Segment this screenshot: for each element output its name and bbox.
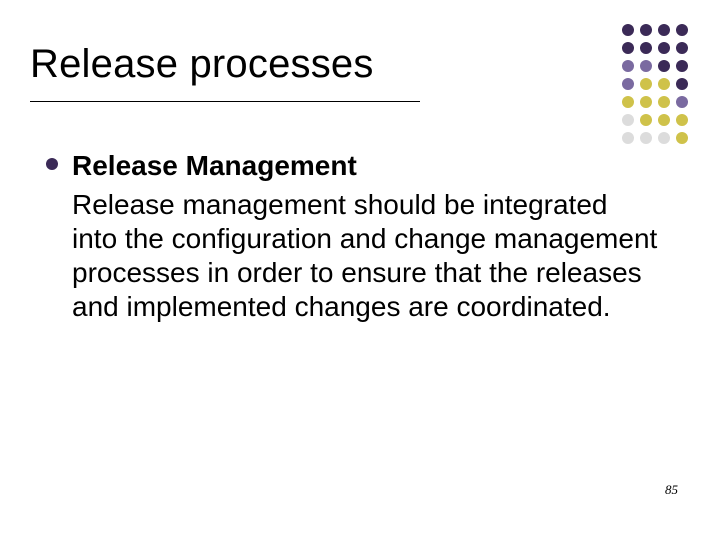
slide: Release processes Release Management Rel… bbox=[0, 0, 720, 540]
decorative-dot bbox=[676, 24, 688, 36]
body-area: Release Management Release management sh… bbox=[46, 150, 660, 325]
decorative-dot bbox=[658, 132, 670, 144]
decorative-dot bbox=[676, 132, 688, 144]
bullet-heading: Release Management bbox=[72, 150, 357, 182]
decorative-dot bbox=[622, 132, 634, 144]
decorative-dot bbox=[676, 114, 688, 126]
bullet-body-text: Release management should be integrated … bbox=[72, 188, 660, 325]
decorative-dot bbox=[640, 114, 652, 126]
slide-title: Release processes bbox=[30, 42, 690, 87]
bullet-item: Release Management bbox=[46, 150, 660, 182]
decorative-dot bbox=[622, 114, 634, 126]
bullet-icon bbox=[46, 158, 58, 170]
decorative-dot bbox=[640, 132, 652, 144]
decorative-dot bbox=[658, 24, 670, 36]
decorative-dot bbox=[622, 24, 634, 36]
decorative-dot bbox=[640, 24, 652, 36]
decorative-dot bbox=[658, 114, 670, 126]
title-underline bbox=[30, 101, 420, 102]
title-area: Release processes bbox=[30, 42, 690, 102]
page-number: 85 bbox=[665, 482, 678, 498]
